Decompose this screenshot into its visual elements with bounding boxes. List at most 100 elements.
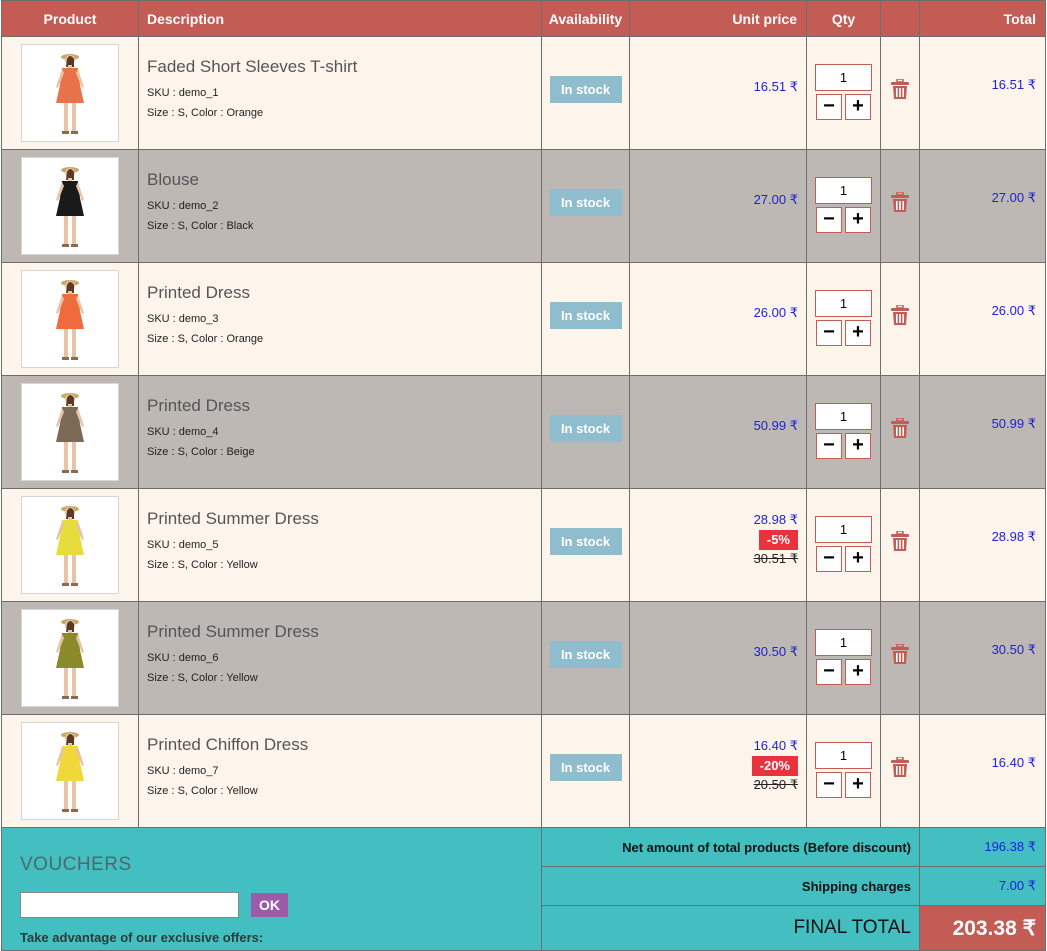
quantity-input[interactable] (815, 64, 872, 91)
quantity-decrease-button[interactable]: − (816, 433, 842, 459)
delete-cell (880, 601, 920, 715)
line-total: 30.50 ₹ (991, 642, 1036, 657)
cart-row: Printed Chiffon Dress SKU : demo_7 Size … (1, 714, 1046, 828)
product-description-cell: Blouse SKU : demo_2 Size : S, Color : Bl… (138, 149, 542, 263)
delete-cell (880, 375, 920, 489)
quantity-cell: − + (806, 488, 881, 602)
cart-row: Printed Summer Dress SKU : demo_6 Size :… (1, 601, 1046, 715)
product-thumbnail[interactable] (21, 270, 119, 368)
in-stock-badge: In stock (549, 415, 622, 442)
product-description-cell: Faded Short Sleeves T-shirt SKU : demo_1… (138, 36, 542, 150)
quantity-increase-button[interactable]: + (845, 433, 871, 459)
product-thumbnail[interactable] (21, 157, 119, 255)
old-price: 30.51 ₹ (753, 551, 798, 566)
trash-icon[interactable] (891, 191, 909, 216)
availability-cell: In stock (541, 488, 630, 602)
in-stock-badge: In stock (549, 302, 622, 329)
quantity-increase-button[interactable]: + (845, 94, 871, 120)
product-thumbnail[interactable] (21, 722, 119, 820)
product-attributes[interactable]: Size : S, Color : Orange (147, 329, 541, 349)
trash-icon[interactable] (891, 756, 909, 781)
model-photo-icon (56, 167, 84, 247)
quantity-input[interactable] (815, 290, 872, 317)
header-product: Product (1, 0, 139, 37)
quantity-increase-button[interactable]: + (845, 772, 871, 798)
unit-price: 30.50 ₹ (753, 644, 798, 659)
product-attributes[interactable]: Size : S, Color : Orange (147, 103, 541, 123)
line-total-cell: 28.98 ₹ (919, 488, 1046, 602)
cart-row: Faded Short Sleeves T-shirt SKU : demo_1… (1, 36, 1046, 150)
cart-table: Product Description Availability Unit pr… (1, 0, 1046, 951)
trash-icon[interactable] (891, 417, 909, 442)
voucher-ok-button[interactable]: OK (251, 893, 288, 917)
product-name[interactable]: Blouse (147, 170, 541, 190)
quantity-cell: − + (806, 149, 881, 263)
unit-price-cell: 26.00 ₹ (629, 262, 807, 376)
line-total: 16.51 ₹ (991, 77, 1036, 92)
product-name[interactable]: Printed Dress (147, 396, 541, 416)
model-photo-icon (56, 54, 84, 134)
unit-price: 50.99 ₹ (753, 418, 798, 433)
quantity-input[interactable] (815, 742, 872, 769)
delete-cell (880, 262, 920, 376)
product-thumbnail[interactable] (21, 44, 119, 142)
product-attributes[interactable]: Size : S, Color : Yellow (147, 781, 541, 801)
in-stock-badge: In stock (549, 76, 622, 103)
quantity-decrease-button[interactable]: − (816, 772, 842, 798)
voucher-code-input[interactable] (20, 892, 239, 918)
quantity-cell: − + (806, 375, 881, 489)
trash-icon[interactable] (891, 78, 909, 103)
quantity-cell: − + (806, 36, 881, 150)
quantity-increase-button[interactable]: + (845, 320, 871, 346)
quantity-decrease-button[interactable]: − (816, 207, 842, 233)
product-attributes[interactable]: Size : S, Color : Yellow (147, 668, 541, 688)
product-thumbnail[interactable] (21, 496, 119, 594)
quantity-input[interactable] (815, 403, 872, 430)
trash-icon[interactable] (891, 530, 909, 555)
product-attributes[interactable]: Size : S, Color : Beige (147, 442, 541, 462)
delete-cell (880, 36, 920, 150)
cart-row: Blouse SKU : demo_2 Size : S, Color : Bl… (1, 149, 1046, 263)
quantity-increase-button[interactable]: + (845, 659, 871, 685)
quantity-input[interactable] (815, 177, 872, 204)
product-description-cell: Printed Chiffon Dress SKU : demo_7 Size … (138, 714, 542, 828)
quantity-decrease-button[interactable]: − (816, 320, 842, 346)
line-total: 27.00 ₹ (991, 190, 1036, 205)
product-sku: SKU : demo_7 (147, 765, 219, 777)
product-name[interactable]: Faded Short Sleeves T-shirt (147, 57, 541, 77)
cart-row: Printed Summer Dress SKU : demo_5 Size :… (1, 488, 1046, 602)
product-description-cell: Printed Summer Dress SKU : demo_6 Size :… (138, 601, 542, 715)
quantity-increase-button[interactable]: + (845, 207, 871, 233)
quantity-decrease-button[interactable]: − (816, 546, 842, 572)
quantity-decrease-button[interactable]: − (816, 94, 842, 120)
quantity-input[interactable] (815, 629, 872, 656)
trash-icon[interactable] (891, 643, 909, 668)
product-thumbnail[interactable] (21, 383, 119, 481)
product-name[interactable]: Printed Summer Dress (147, 622, 541, 642)
quantity-decrease-button[interactable]: − (816, 659, 842, 685)
line-total-cell: 27.00 ₹ (919, 149, 1046, 263)
product-image-cell (1, 714, 139, 828)
quantity-increase-button[interactable]: + (845, 546, 871, 572)
product-thumbnail[interactable] (21, 609, 119, 707)
discount-badge: -5% (758, 530, 798, 550)
quantity-input[interactable] (815, 516, 872, 543)
header-unit-price: Unit price (629, 0, 807, 37)
quantity-cell: − + (806, 262, 881, 376)
product-name[interactable]: Printed Summer Dress (147, 509, 541, 529)
unit-price-cell: 27.00 ₹ (629, 149, 807, 263)
model-photo-icon (56, 732, 84, 812)
line-total: 28.98 ₹ (991, 529, 1036, 544)
line-total: 26.00 ₹ (991, 303, 1036, 318)
product-attributes[interactable]: Size : S, Color : Black (147, 216, 541, 236)
unit-price-cell: 50.99 ₹ (629, 375, 807, 489)
line-total-cell: 16.51 ₹ (919, 36, 1046, 150)
product-name[interactable]: Printed Dress (147, 283, 541, 303)
trash-icon[interactable] (891, 304, 909, 329)
product-sku: SKU : demo_6 (147, 652, 219, 664)
header-delete (880, 0, 920, 37)
product-name[interactable]: Printed Chiffon Dress (147, 735, 541, 755)
product-sku: SKU : demo_3 (147, 313, 219, 325)
product-attributes[interactable]: Size : S, Color : Yellow (147, 555, 541, 575)
old-price: 20.50 ₹ (753, 777, 798, 792)
